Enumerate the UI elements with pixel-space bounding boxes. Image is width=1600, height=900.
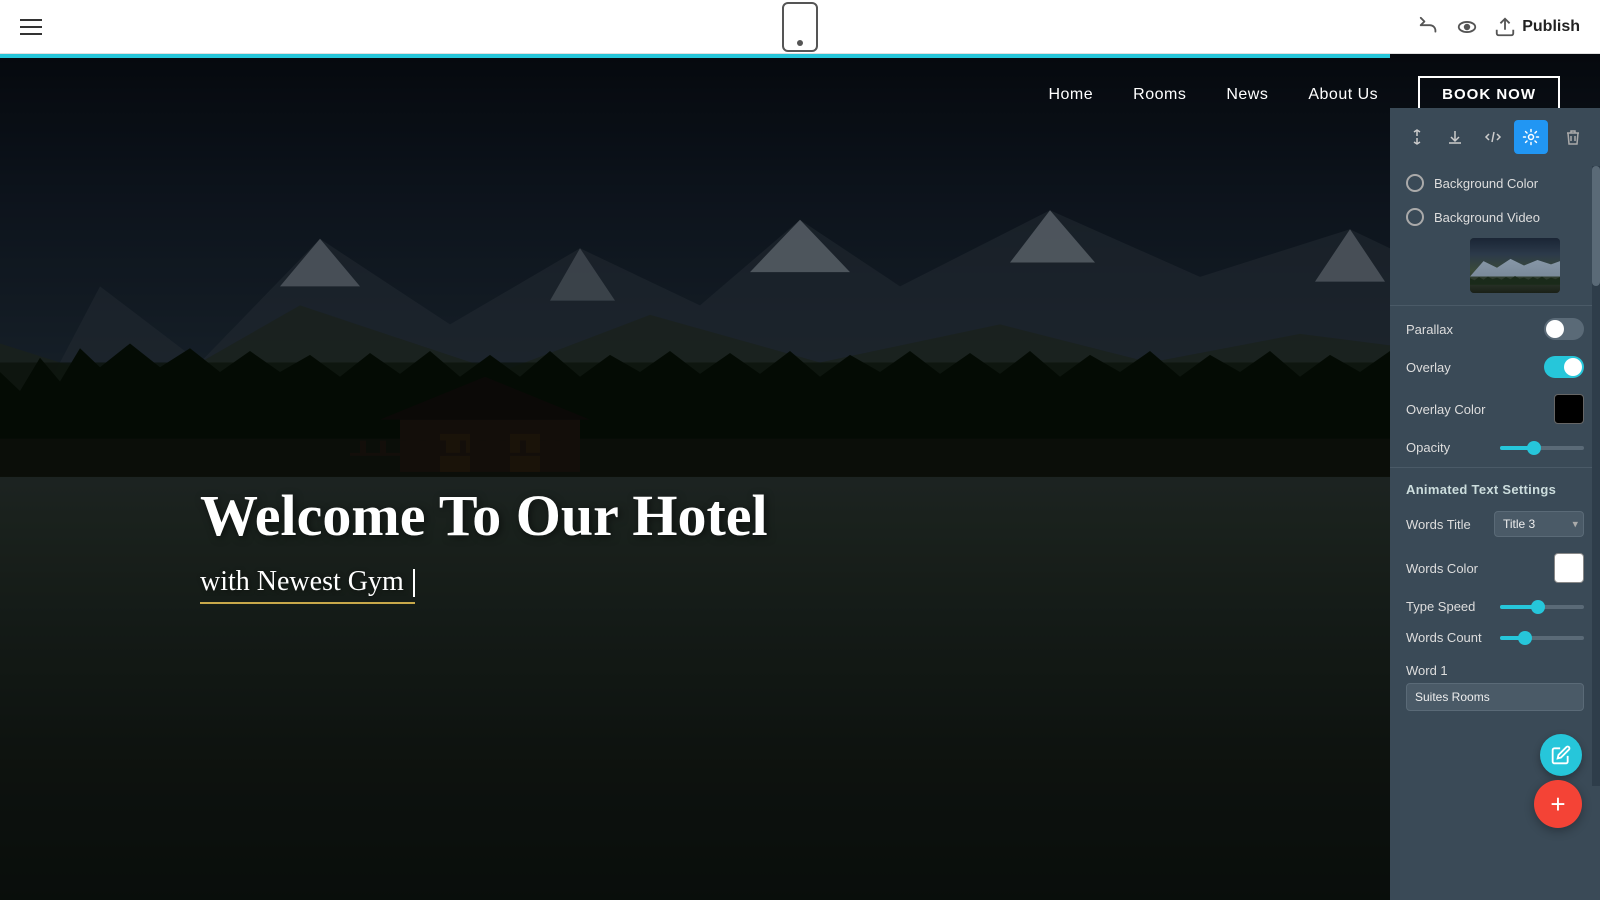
preview-button[interactable] — [1456, 16, 1478, 38]
type-speed-row: Type Speed — [1390, 591, 1600, 622]
words-count-label: Words Count — [1406, 630, 1490, 645]
mobile-preview-icon[interactable] — [782, 2, 818, 52]
parallax-toggle[interactable] — [1544, 318, 1584, 340]
nav-about[interactable]: About Us — [1308, 86, 1378, 104]
panel-scrollbar[interactable] — [1592, 166, 1600, 786]
words-color-swatch[interactable] — [1554, 553, 1584, 583]
fab-edit-button[interactable] — [1540, 734, 1582, 776]
word1-section: Word 1 — [1390, 653, 1600, 721]
words-count-slider[interactable] — [1500, 636, 1584, 640]
words-count-row: Words Count — [1390, 622, 1600, 653]
hero-subtitle: with Newest Gym — [200, 566, 415, 604]
hero-title: Welcome To Our Hotel — [200, 484, 768, 548]
words-color-row: Words Color — [1390, 545, 1600, 591]
parallax-label: Parallax — [1406, 322, 1534, 337]
background-color-label: Background Color — [1434, 176, 1584, 191]
text-cursor — [413, 569, 415, 597]
words-title-select[interactable]: Title 3 Title 1 Title 2 — [1494, 511, 1584, 537]
opacity-slider[interactable] — [1500, 446, 1584, 450]
opacity-label: Opacity — [1406, 440, 1490, 455]
words-color-label: Words Color — [1406, 561, 1544, 576]
panel-code-button[interactable] — [1476, 120, 1510, 154]
canvas-border — [0, 54, 1390, 58]
top-toolbar: Publish — [0, 0, 1600, 54]
toolbar-left — [20, 19, 42, 35]
background-color-row: Background Color — [1390, 166, 1600, 200]
word1-input[interactable] — [1406, 683, 1584, 711]
panel-toolbar — [1390, 108, 1600, 166]
parallax-row: Parallax — [1390, 310, 1600, 348]
overlay-toggle-container — [1544, 356, 1584, 378]
toolbar-right: Publish — [1418, 16, 1580, 38]
overlay-color-label: Overlay Color — [1406, 402, 1544, 417]
background-video-row: Background Video — [1390, 200, 1600, 234]
background-color-radio[interactable] — [1406, 174, 1424, 192]
overlay-color-swatch[interactable] — [1554, 394, 1584, 424]
hamburger-menu[interactable] — [20, 19, 42, 35]
fab-add-icon: + — [1550, 789, 1565, 820]
fab-add-button[interactable]: + — [1534, 780, 1582, 828]
hero-background: Home Rooms News About Us BOOK NOW Welcom… — [0, 54, 1600, 900]
word1-label: Word 1 — [1406, 663, 1584, 678]
type-speed-slider[interactable] — [1500, 605, 1584, 609]
opacity-row: Opacity — [1390, 432, 1600, 463]
hero-overlay — [0, 54, 1600, 900]
panel-delete-button[interactable] — [1556, 120, 1590, 154]
background-video-label: Background Video — [1434, 210, 1584, 225]
overlay-toggle[interactable] — [1544, 356, 1584, 378]
panel-settings-button[interactable] — [1514, 120, 1548, 154]
words-title-label: Words Title — [1406, 517, 1484, 532]
nav-home[interactable]: Home — [1048, 86, 1093, 104]
navbar: Home Rooms News About Us BOOK NOW — [0, 54, 1600, 135]
panel-scrollbar-thumb[interactable] — [1592, 166, 1600, 286]
words-title-select-wrapper: Title 3 Title 1 Title 2 — [1494, 511, 1584, 537]
nav-rooms[interactable]: Rooms — [1133, 86, 1186, 104]
overlay-row: Overlay — [1390, 348, 1600, 386]
panel-download-button[interactable] — [1438, 120, 1472, 154]
publish-label: Publish — [1522, 18, 1580, 36]
publish-button[interactable]: Publish — [1494, 16, 1580, 38]
words-title-row: Words Title Title 3 Title 1 Title 2 — [1390, 503, 1600, 545]
animated-text-header: Animated Text Settings — [1390, 472, 1600, 503]
undo-button[interactable] — [1418, 16, 1440, 38]
overlay-label: Overlay — [1406, 360, 1534, 375]
background-video-radio[interactable] — [1406, 208, 1424, 226]
type-speed-label: Type Speed — [1406, 599, 1490, 614]
canvas-area: Home Rooms News About Us BOOK NOW Welcom… — [0, 54, 1600, 900]
toolbar-center — [782, 2, 818, 52]
overlay-color-row: Overlay Color — [1390, 386, 1600, 432]
nav-news[interactable]: News — [1226, 86, 1268, 104]
hero-subtitle-text: with Newest Gym — [200, 566, 404, 597]
right-panel: Background Color Background Video P — [1390, 108, 1600, 900]
panel-move-button[interactable] — [1400, 120, 1434, 154]
hero-content: Welcome To Our Hotel with Newest Gym — [200, 484, 768, 604]
background-thumbnail[interactable] — [1470, 238, 1560, 293]
parallax-toggle-container — [1544, 318, 1584, 340]
